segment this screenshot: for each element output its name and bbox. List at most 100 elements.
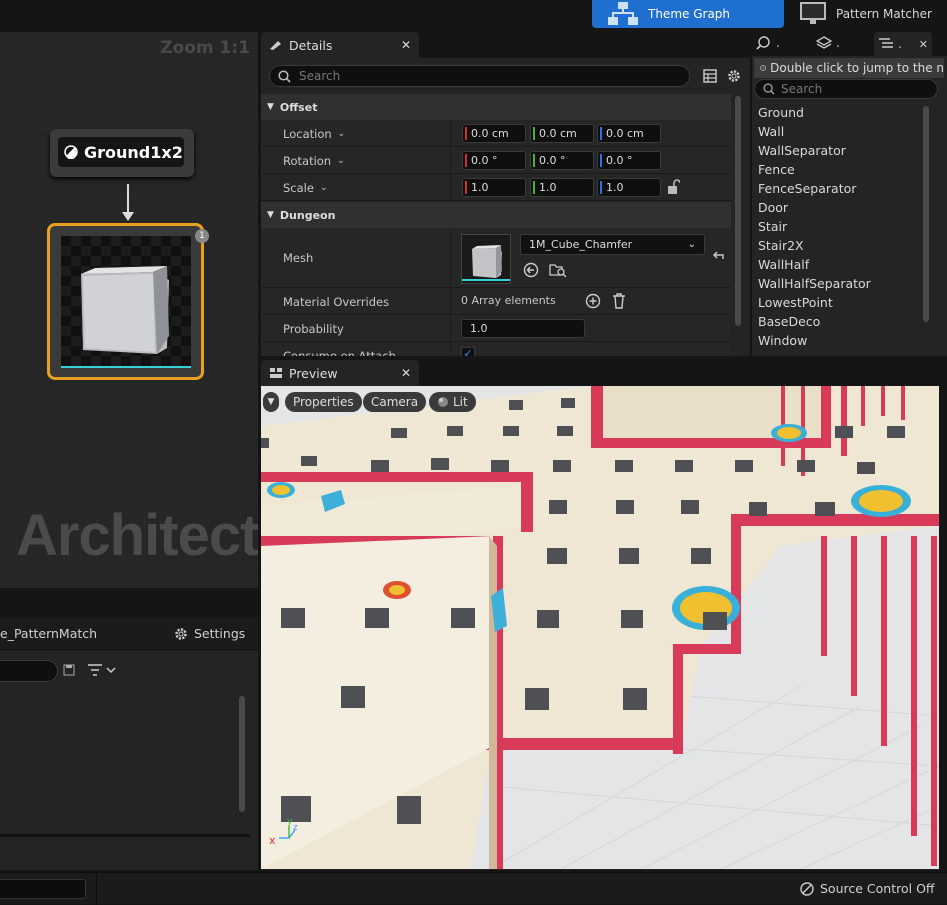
chevron-down-icon[interactable]: ⌄ — [337, 156, 345, 166]
tab-find[interactable]: . — [756, 36, 780, 50]
info-icon — [760, 65, 766, 71]
chevron-down-icon[interactable]: ⌄ — [338, 129, 346, 139]
scale-z-field[interactable]: 1.0 — [597, 178, 661, 197]
table-view-icon[interactable] — [703, 69, 717, 83]
category-offset[interactable]: ▼ Offset — [261, 94, 731, 120]
probability-field[interactable]: 1.0 — [461, 319, 585, 338]
pattern-search-input[interactable] — [0, 660, 58, 682]
marker-list-item[interactable]: FenceSeparator — [758, 181, 856, 200]
add-element-icon[interactable] — [585, 293, 601, 309]
close-icon[interactable]: ✕ — [401, 366, 411, 380]
chevron-down-icon: ⌄ — [687, 239, 696, 250]
marker-search-input[interactable]: Search — [754, 79, 938, 99]
marker-list-item[interactable]: Ground — [758, 105, 804, 124]
marker-list-tip: Double click to jump to the n — [754, 58, 944, 78]
rotation-row: Rotation ⌄ 0.0 ° 0.0 ° 0.0 ° — [261, 147, 731, 174]
material-overrides-label: Material Overrides — [283, 294, 390, 309]
source-control-button[interactable]: Source Control Off — [800, 881, 935, 896]
marker-list-tip-text: Double click to jump to the n — [770, 61, 944, 75]
rotation-z-field[interactable]: 0.0 ° — [597, 151, 661, 170]
close-icon[interactable]: ✕ — [401, 38, 411, 52]
save-icon[interactable] — [63, 664, 75, 676]
tab-layers[interactable]: . — [816, 36, 840, 50]
marker-list-item[interactable]: BaseDeco — [758, 314, 820, 333]
tab-preview[interactable]: Preview ✕ — [261, 360, 419, 386]
filter-icon[interactable] — [87, 663, 121, 677]
preview-viewport[interactable]: x y z ▼ Properties Camera Lit — [261, 386, 939, 869]
execution-order-badge: 1 — [195, 229, 209, 243]
location-z-field[interactable]: 0.0 cm — [597, 124, 661, 143]
theme-graph-canvas[interactable]: Zoom 1:1 Architect Ground1x2 1 — [0, 32, 258, 588]
reset-arrow-icon[interactable] — [712, 250, 724, 262]
trash-icon[interactable] — [612, 293, 626, 309]
mesh-asset-dropdown[interactable]: 1M_Cube_Chamfer ⌄ — [520, 234, 705, 255]
theme-graph-label: Theme Graph — [648, 7, 731, 21]
lit-sphere-icon — [438, 397, 448, 407]
marker-list-item[interactable]: Door — [758, 200, 788, 219]
close-icon[interactable]: ✕ — [919, 38, 932, 51]
graph-watermark: Architect — [16, 503, 258, 568]
details-tabbar: Details ✕ — [261, 32, 750, 58]
console-input[interactable] — [0, 879, 86, 899]
unlock-icon[interactable] — [666, 179, 680, 195]
mesh-visual-node[interactable]: 1 — [47, 223, 209, 380]
scale-label: Scale ⌄ — [283, 180, 328, 195]
location-x-field[interactable]: 0.0 cm — [462, 124, 526, 143]
marker-list-item[interactable]: WallHalf — [758, 257, 809, 276]
viewport-options-button[interactable]: ▼ — [263, 392, 279, 412]
theme-graph-button[interactable]: Theme Graph — [592, 0, 784, 28]
search-icon — [278, 69, 291, 83]
marker-list-tabbar: . . . ✕ — [752, 32, 947, 56]
material-overrides-row: Material Overrides 0 Array elements — [261, 288, 731, 315]
camera-button[interactable]: Camera — [363, 392, 427, 412]
scale-y-field[interactable]: 1.0 — [530, 178, 594, 197]
tab-outliner[interactable]: . ✕ — [874, 32, 932, 56]
settings-button[interactable]: Settings — [174, 626, 245, 641]
scale-x-field[interactable]: 1.0 — [462, 178, 526, 197]
chevron-down-icon[interactable]: ⌄ — [320, 183, 328, 193]
monitor-icon — [800, 2, 826, 24]
chevron-down-icon: ▼ — [267, 102, 274, 112]
marker-list-item[interactable]: Wall — [758, 124, 784, 143]
pattern-match-tab[interactable]: e_PatternMatch — [0, 626, 97, 641]
lit-label: Lit — [453, 395, 468, 409]
cube-thumbnail-icon — [462, 245, 510, 281]
properties-button[interactable]: Properties — [285, 392, 362, 412]
marker-list-item[interactable]: Stair2X — [758, 238, 804, 257]
probability-row: Probability 1.0 — [261, 315, 731, 342]
details-scrollbar[interactable] — [735, 96, 741, 326]
marker-list-item[interactable]: Window — [758, 333, 807, 352]
marker-list-scrollbar[interactable] — [923, 106, 929, 322]
use-selected-icon[interactable] — [523, 262, 539, 278]
pattern-scrollbar[interactable] — [239, 696, 245, 812]
tab-details[interactable]: Details ✕ — [261, 32, 419, 58]
mesh-thumbnail[interactable] — [461, 234, 511, 284]
category-dungeon[interactable]: ▼ Dungeon — [261, 202, 731, 228]
lit-button[interactable]: Lit — [429, 392, 476, 412]
marker-list-item[interactable]: Fence — [758, 162, 795, 181]
details-tab-label: Details — [289, 37, 333, 53]
marker-list-item[interactable]: WallSeparator — [758, 143, 846, 162]
tab-find-label: . — [776, 36, 780, 50]
pattern-matcher-button[interactable]: Pattern Matcher — [784, 0, 947, 28]
location-row: Location ⌄ 0.0 cm 0.0 cm 0.0 cm — [261, 120, 731, 147]
pattern-matcher-label: Pattern Matcher — [836, 7, 932, 21]
browse-asset-icon[interactable] — [549, 262, 567, 278]
location-y-field[interactable]: 0.0 cm — [530, 124, 594, 143]
marker-list-item[interactable]: LowestPoint — [758, 295, 833, 314]
rotation-x-field[interactable]: 0.0 ° — [462, 151, 526, 170]
consume-on-attach-checkbox[interactable]: ✓ — [461, 347, 475, 356]
category-dungeon-label: Dungeon — [279, 208, 336, 222]
rotation-y-field[interactable]: 0.0 ° — [530, 151, 594, 170]
status-divider — [96, 873, 97, 905]
marker-node[interactable]: Ground1x2 — [50, 129, 194, 177]
pattern-match-panel: e_PatternMatch Settings — [0, 618, 258, 870]
settings-label: Settings — [194, 626, 246, 641]
chevron-down-icon: ▼ — [267, 210, 274, 220]
details-search-input[interactable]: Search — [269, 65, 690, 87]
marker-list-item[interactable]: WallHalfSeparator — [758, 276, 871, 295]
marker-icon — [64, 145, 78, 159]
gear-icon[interactable] — [727, 69, 741, 83]
marker-list-item[interactable]: Stair — [758, 219, 787, 238]
marker-list-panel: . . . ✕ Double click to jump to the n Se… — [752, 32, 947, 356]
